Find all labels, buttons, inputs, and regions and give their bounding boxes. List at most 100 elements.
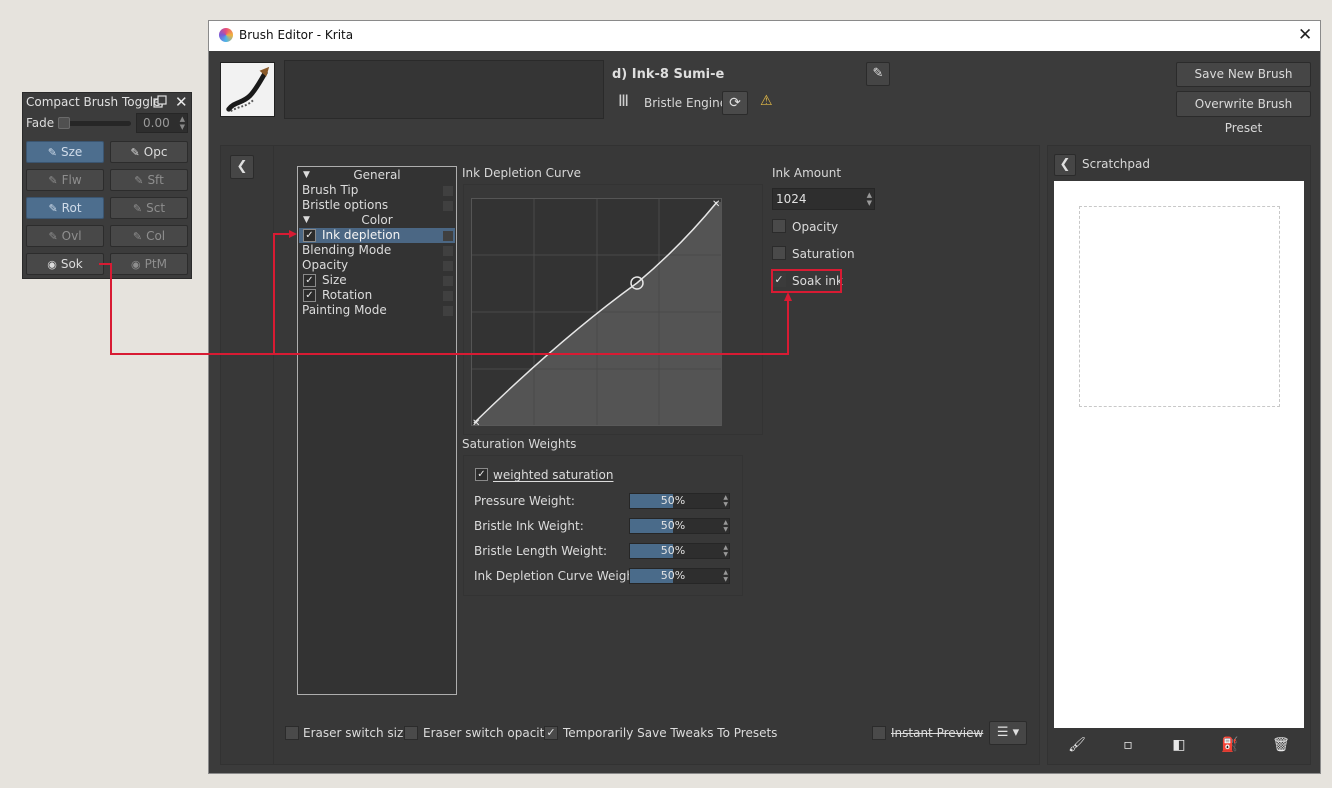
rename-preset-button[interactable]: ✎ <box>866 62 890 86</box>
spin-arrows-icon[interactable]: ▲ ▼ <box>723 544 728 558</box>
weight-slider[interactable]: 50% ▲ ▼ <box>629 543 730 559</box>
ink-amount-spinbox[interactable]: 1024 ▲ ▼ <box>772 188 875 210</box>
toggle-sft-button[interactable]: ✎ Sft <box>110 169 188 191</box>
weight-value: 50% <box>660 494 686 507</box>
toggle-sct-button[interactable]: ✎ Sct <box>110 197 188 219</box>
option-rotation[interactable]: ✓ Rotation <box>299 288 455 303</box>
lock-option-icon[interactable] <box>443 276 453 286</box>
option-header-label: Color <box>361 213 393 227</box>
toggle-flw-button[interactable]: ✎ Flw <box>26 169 104 191</box>
option-brush-tip[interactable]: Brush Tip <box>299 183 455 198</box>
option-size[interactable]: ✓ Size <box>299 273 455 288</box>
weighted-saturation-checkbox[interactable]: ✓ <box>475 468 488 481</box>
reload-preset-button[interactable]: ⟳ <box>722 91 748 115</box>
brush-pen-icon: ✎ <box>48 230 58 243</box>
weight-slider[interactable]: 50% ▲ ▼ <box>629 568 730 584</box>
option-color[interactable]: ▼ Color <box>299 213 455 228</box>
toggle-button-label: Opc <box>143 145 168 159</box>
trash-icon[interactable]: 🗑 <box>1270 735 1292 755</box>
lock-option-icon[interactable] <box>443 186 453 196</box>
weight-label: Ink Depletion Curve Weight: <box>474 569 643 583</box>
fade-slider-handle[interactable] <box>58 117 70 129</box>
scratchpad-preview-area <box>1079 206 1280 407</box>
spin-arrows-icon[interactable]: ▲ ▼ <box>723 569 728 583</box>
toggle-button-label: Sct <box>146 201 166 215</box>
engine-label: Bristle Engine <box>644 96 728 110</box>
brush-options-list: ▼ General Brush Tip Bristle options ▼ Color ✓ I… <box>297 166 457 695</box>
lock-option-icon[interactable] <box>443 306 453 316</box>
lock-option-icon[interactable] <box>443 201 453 211</box>
option-general[interactable]: ▼ General <box>299 168 455 183</box>
window-close-icon[interactable]: ✕ <box>1298 25 1312 45</box>
svg-text:✕: ✕ <box>712 199 720 210</box>
eraser-switch-size-checkbox[interactable] <box>285 726 299 740</box>
option-checkbox[interactable]: ✓ <box>303 229 316 242</box>
toggle-sok-button[interactable]: ◉ Sok <box>26 253 104 275</box>
brush-pen-icon: ✎ <box>48 202 58 215</box>
brush-pen-icon: ✎ <box>48 174 58 187</box>
save-new-preset-button[interactable]: Save New Brush Preset... <box>1176 62 1311 104</box>
weight-value: 50% <box>660 569 686 582</box>
close-docker-icon[interactable]: ✕ <box>175 93 188 111</box>
lock-option-icon[interactable] <box>443 246 453 256</box>
weighted-saturation-label: weighted saturation <box>493 468 614 482</box>
bucket-fill-icon[interactable]: ⛽ <box>1219 735 1241 755</box>
preset-name: d) Ink-8 Sumi-e <box>612 67 725 82</box>
toggle-ovl-button[interactable]: ✎ Ovl <box>26 225 104 247</box>
option-label: Rotation <box>322 288 373 302</box>
option-label: Ink depletion <box>322 228 401 242</box>
float-docker-icon[interactable] <box>153 95 167 109</box>
toggle-button-label: Ovl <box>61 229 82 243</box>
spin-arrows-icon[interactable]: ▲ ▼ <box>723 494 728 508</box>
temp-save-tweaks-checkbox[interactable]: ✓ <box>544 726 558 740</box>
lock-option-icon[interactable] <box>443 231 453 241</box>
option-blending-mode[interactable]: Blending Mode <box>299 243 455 258</box>
overwrite-preset-button[interactable]: Overwrite Brush Preset <box>1176 91 1311 135</box>
option-bristle-options[interactable]: Bristle options <box>299 198 455 213</box>
toggle-rot-button[interactable]: ✎ Rot <box>26 197 104 219</box>
fill-default-icon[interactable]: ▫ <box>1117 735 1139 755</box>
toggle-col-button[interactable]: ✎ Col <box>110 225 188 247</box>
option-ink-depletion[interactable]: ✓ Ink depletion <box>299 228 455 243</box>
hide-scratchpad-button[interactable]: ❮ <box>1054 154 1076 176</box>
chevron-left-icon: ❮ <box>236 159 248 174</box>
radio-icon: ◉ <box>131 258 141 271</box>
option-opacity[interactable]: Opacity <box>299 258 455 273</box>
gradient-fill-icon[interactable]: ◧ <box>1168 735 1190 755</box>
eraser-switch-opacity-checkbox[interactable] <box>404 726 418 740</box>
option-header-label: General <box>353 168 401 182</box>
toggle-button-label: Col <box>146 229 166 243</box>
weight-slider[interactable]: 50% ▲ ▼ <box>629 493 730 509</box>
paint-brush-icon[interactable]: 🖌 <box>1066 735 1088 755</box>
instant-preview-checkbox[interactable] <box>872 726 886 740</box>
svg-text:✕: ✕ <box>472 418 480 427</box>
lock-option-icon[interactable] <box>443 261 453 271</box>
option-label: Blending Mode <box>302 243 392 257</box>
toggle-ptm-button[interactable]: ◉ PtM <box>110 253 188 275</box>
spin-arrows-icon[interactable]: ▲ ▼ <box>723 519 728 533</box>
fade-spinbox[interactable]: 0.00 ▲ ▼ <box>136 113 188 133</box>
lock-option-icon[interactable] <box>443 291 453 301</box>
option-label: Brush Tip <box>302 183 359 197</box>
toggle-opc-button[interactable]: ✎ Opc <box>110 141 188 163</box>
toggle-sze-button[interactable]: ✎ Sze <box>26 141 104 163</box>
saturation-weights-title: Saturation Weights <box>462 437 577 451</box>
option-painting-mode[interactable]: Painting Mode <box>299 303 455 318</box>
spin-arrows-icon[interactable]: ▲ ▼ <box>867 191 872 207</box>
ink-depletion-curve-editor[interactable]: ✕ ✕ <box>471 198 723 427</box>
collapse-triangle-icon[interactable]: ▼ <box>303 168 310 183</box>
collapse-presets-button[interactable]: ❮ <box>230 155 254 179</box>
opacity-checkbox[interactable] <box>772 219 786 233</box>
engine-menu-button[interactable]: ☰ ▾ <box>989 721 1027 745</box>
option-checkbox[interactable]: ✓ <box>303 274 316 287</box>
saturation-label: Saturation <box>792 247 855 261</box>
warning-icon: ⚠ <box>760 93 773 109</box>
spin-arrows-icon[interactable]: ▲ ▼ <box>180 115 185 131</box>
option-checkbox[interactable]: ✓ <box>303 289 316 302</box>
saturation-checkbox[interactable] <box>772 246 786 260</box>
preset-thumbnail[interactable] <box>220 62 275 117</box>
preset-description-box[interactable] <box>284 60 604 119</box>
collapse-triangle-icon[interactable]: ▼ <box>303 213 310 228</box>
compact-brush-toggler-docker: Compact Brush Toggler ✕ Fade 0.00 ▲ ▼ ✎ Sz… <box>22 92 192 279</box>
weight-slider[interactable]: 50% ▲ ▼ <box>629 518 730 534</box>
